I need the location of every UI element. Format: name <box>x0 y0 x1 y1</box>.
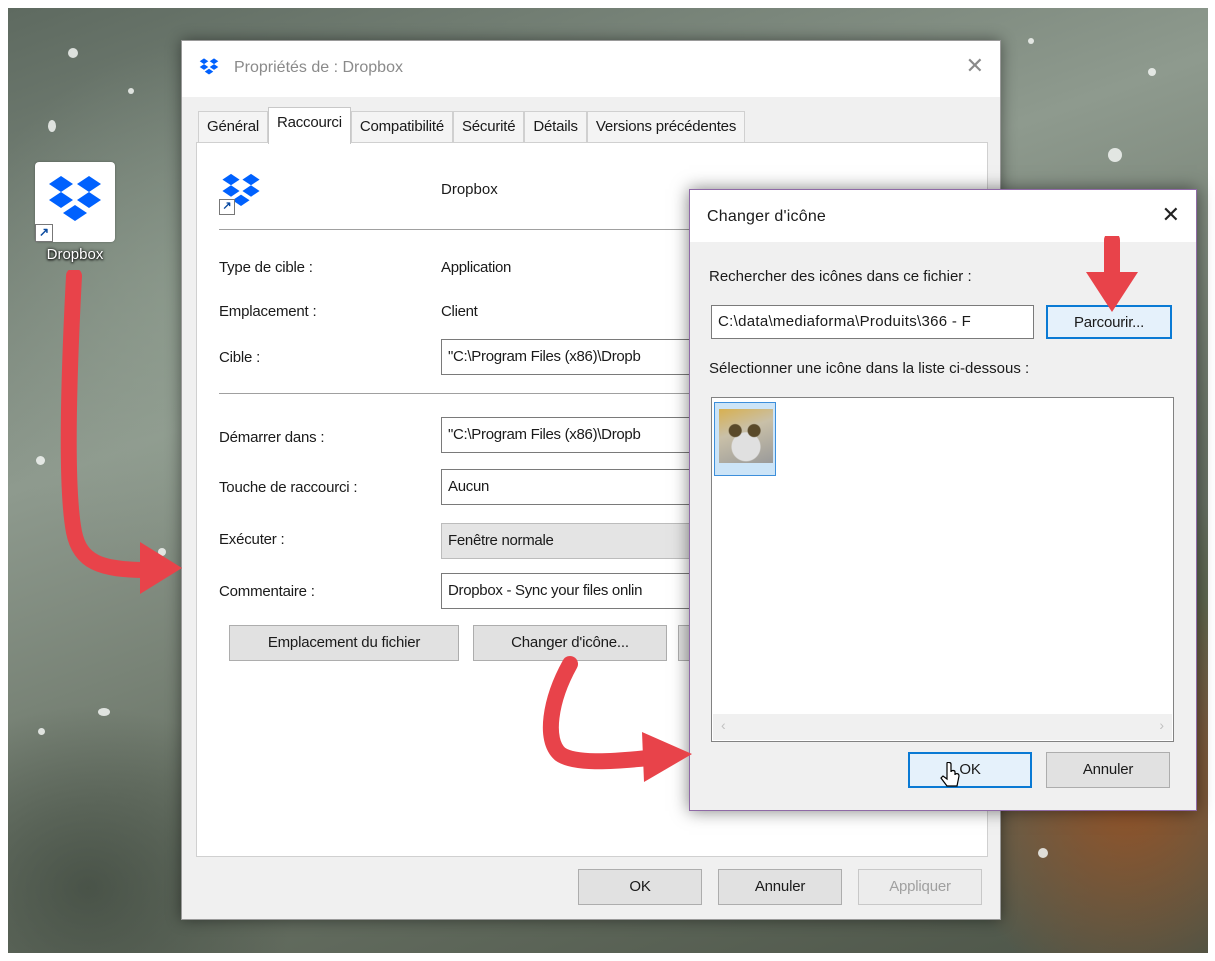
snowflake <box>158 548 166 556</box>
location-value: Client <box>441 303 478 320</box>
snowflake <box>36 456 45 465</box>
scroll-right-icon[interactable]: › <box>1159 717 1164 733</box>
icon-list-item-selected[interactable] <box>714 402 776 476</box>
snowflake <box>68 48 78 58</box>
snowflake <box>48 120 56 132</box>
browse-button[interactable]: Parcourir... <box>1046 305 1172 339</box>
close-icon[interactable]: ✕ <box>1162 202 1180 228</box>
dropbox-logo-icon <box>49 176 101 221</box>
icon-list[interactable]: ‹ › <box>711 397 1174 742</box>
snowflake <box>128 88 134 94</box>
ok-button[interactable]: OK <box>578 869 702 905</box>
change-icon-title: Changer d'icône <box>707 208 827 225</box>
desktop-icon-label: Dropbox <box>46 246 104 263</box>
comment-label: Commentaire : <box>219 583 315 600</box>
run-label: Exécuter : <box>219 531 285 548</box>
shortcut-key-label: Touche de raccourci : <box>219 479 358 496</box>
start-in-label: Démarrer dans : <box>219 429 325 446</box>
icon-file-path-input[interactable]: C:\data\mediaforma\Produits\366 - F <box>711 305 1034 339</box>
target-label: Cible : <box>219 349 261 366</box>
select-icon-label: Sélectionner une icône dans la liste ci-… <box>709 360 1030 377</box>
snowflake <box>1038 848 1048 858</box>
properties-tabs: Général Raccourci Compatibilité Sécurité… <box>198 107 746 144</box>
snowflake <box>1108 148 1122 162</box>
tab-previous-versions[interactable]: Versions précédentes <box>586 111 746 142</box>
tab-general[interactable]: Général <box>198 111 268 142</box>
cat-image-icon <box>719 409 773 463</box>
properties-titlebar[interactable]: Propriétés de : Dropbox ✕ <box>182 41 1000 97</box>
shortcut-arrow-icon: ↗ <box>35 224 53 242</box>
close-icon[interactable]: ✕ <box>966 53 984 79</box>
change-icon-titlebar[interactable]: Changer d'icône ✕ <box>690 190 1196 242</box>
dropbox-icon: ↗ <box>35 162 115 242</box>
location-label: Emplacement : <box>219 303 317 320</box>
tab-details[interactable]: Détails <box>524 111 587 142</box>
shortcut-arrow-icon: ↗ <box>219 199 235 215</box>
snowflake <box>38 728 45 735</box>
dropbox-small-icon <box>199 58 219 75</box>
change-icon-button[interactable]: Changer d'icône... <box>473 625 667 661</box>
apply-button[interactable]: Appliquer <box>858 869 982 905</box>
desktop-dropbox-shortcut[interactable]: ↗ Dropbox <box>34 162 116 263</box>
tab-security[interactable]: Sécurité <box>452 111 525 142</box>
ok-button[interactable]: OK <box>908 752 1032 788</box>
cancel-button[interactable]: Annuler <box>718 869 842 905</box>
open-file-location-button[interactable]: Emplacement du fichier <box>229 625 459 661</box>
mouse-cursor-icon <box>940 762 960 787</box>
shortcut-big-icon: ↗ <box>219 171 263 215</box>
properties-title: Propriétés de : Dropbox <box>234 59 403 76</box>
scroll-left-icon[interactable]: ‹ <box>721 717 726 733</box>
search-icons-label: Rechercher des icônes dans ce fichier : <box>709 268 972 285</box>
tab-compatibility[interactable]: Compatibilité <box>350 111 453 142</box>
tab-shortcut[interactable]: Raccourci <box>267 107 351 144</box>
snowflake <box>1028 38 1034 44</box>
target-type-value: Application <box>441 259 512 276</box>
snowflake <box>98 708 110 716</box>
shortcut-name: Dropbox <box>441 181 498 198</box>
snowflake <box>1148 68 1156 76</box>
target-type-label: Type de cible : <box>219 259 313 276</box>
change-icon-dialog: Changer d'icône ✕ Rechercher des icônes … <box>689 189 1197 811</box>
cancel-button[interactable]: Annuler <box>1046 752 1170 788</box>
horizontal-scrollbar[interactable]: ‹ › <box>713 714 1172 740</box>
